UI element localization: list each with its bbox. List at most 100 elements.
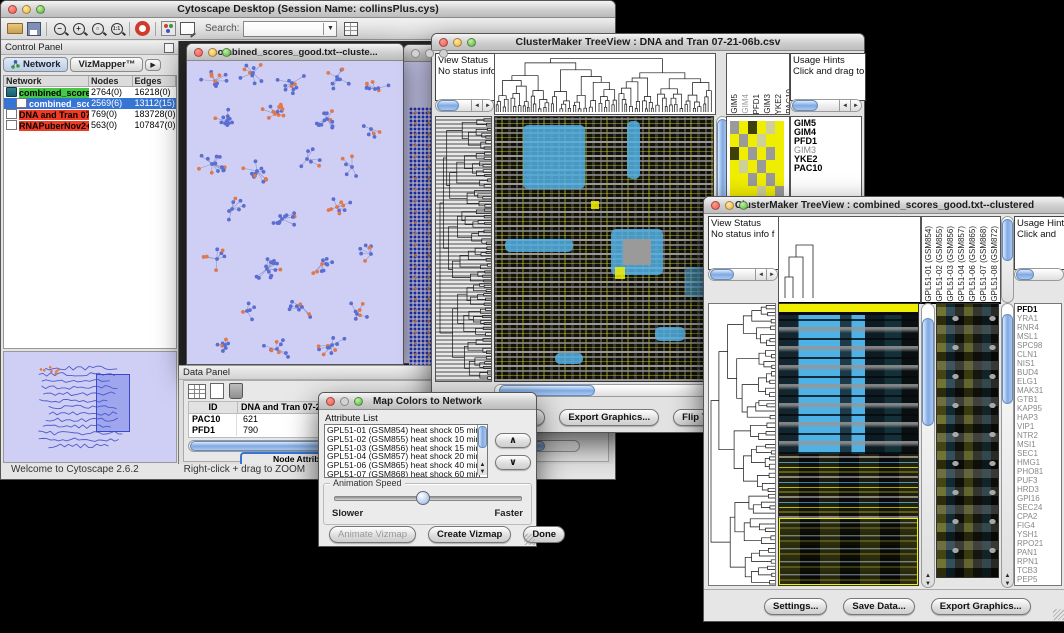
zoom-fit-icon[interactable]: 1:1 [107,20,126,37]
tv2-top-scrollbar[interactable] [1001,216,1014,303]
move-down-button[interactable]: ∨ [495,455,531,470]
close-button[interactable] [711,201,720,210]
gene-label[interactable]: HRD3 [1017,485,1061,494]
save-icon[interactable] [24,20,43,37]
search-combobox[interactable]: ▼ [243,21,337,37]
gene-label[interactable]: TCB3 [1017,566,1061,575]
gene-label[interactable]: GIM3 [794,146,861,155]
treeview2-titlebar[interactable]: ClusterMaker TreeView : combined_scores_… [704,197,1064,214]
close-button[interactable] [439,38,448,47]
vizmapper-icon[interactable] [159,20,178,37]
float-panel-icon[interactable] [164,43,174,53]
gene-label[interactable]: YRA1 [1017,314,1061,323]
scroll-left-icon[interactable]: ◄ [755,269,766,280]
minimize-button[interactable] [22,5,31,14]
overview-viewport-rect[interactable] [96,374,130,432]
scroll-up-icon[interactable]: ▲ [478,462,487,468]
column-label[interactable]: GPL51-07 (GSM868) [978,226,989,302]
more-tabs-button[interactable]: ▶ [145,59,160,71]
annotation-icon[interactable] [178,20,197,37]
network-table-row[interactable]: combined_scores2764(0)16218(0) [4,87,176,98]
treeview1-titlebar[interactable]: ClusterMaker TreeView : DNA and Tran 07-… [432,34,864,51]
settings-button[interactable]: Settings... [764,598,827,615]
dialog-titlebar[interactable]: Map Colors to Network [319,393,536,410]
animate-vizmap-button[interactable]: Animate Vizmap [329,526,416,543]
zoom-button[interactable] [439,49,448,58]
zoom-in-icon[interactable]: + [69,20,88,37]
network-table-row[interactable]: RNAPuberNov2+563(0)107847(0) [4,120,176,131]
gene-label[interactable]: GIM4 [794,128,861,137]
tv2-vertical-scrollbar[interactable]: ▲ ▼ [921,303,935,588]
minimize-button[interactable] [340,397,349,406]
gene-label[interactable]: PFD1 [1017,305,1061,314]
zoom-button[interactable] [354,397,363,406]
zoom-button[interactable] [467,38,476,47]
column-label[interactable]: PFD1 [751,94,762,114]
gene-label[interactable]: MSL1 [1017,332,1061,341]
column-label[interactable]: GPL51-02 (GSM855) [934,226,945,302]
scroll-down-icon[interactable]: ▼ [922,581,934,587]
gene-label[interactable]: GIM5 [794,119,861,128]
tv1-status-scrollbar[interactable]: ◄► [435,99,494,112]
network-table-row[interactable]: combined_sco2569(6)13112(15) [4,98,176,109]
gene-label[interactable]: CPA2 [1017,512,1061,521]
tv2-hints-scrollbar[interactable] [1014,268,1064,281]
col-edges[interactable]: Edges [133,76,177,87]
gene-label[interactable]: HMG1 [1017,458,1061,467]
table-view-icon[interactable] [188,384,206,399]
minimize-button[interactable] [453,38,462,47]
gene-label[interactable]: YKE2 [794,155,861,164]
resize-grip[interactable] [524,534,535,545]
open-file-icon[interactable] [5,20,24,37]
gene-label[interactable]: SEC24 [1017,503,1061,512]
network-window-1[interactable]: combined_scores_good.txt--cluste... [186,43,404,365]
close-button[interactable] [8,5,17,14]
scroll-left-icon[interactable]: ◄ [839,100,850,111]
gene-label[interactable]: VIP1 [1017,422,1061,431]
gene-label[interactable]: RPN1 [1017,557,1061,566]
tv2-row-dendrogram[interactable] [708,303,776,586]
column-label[interactable]: GIM3 [762,94,773,114]
tv2-zoom-scrollbar[interactable]: ▲ ▼ [1001,303,1014,588]
scroll-down-icon[interactable]: ▼ [1002,581,1013,587]
gene-label[interactable]: PUF3 [1017,476,1061,485]
network-overview-panel[interactable] [3,351,177,463]
attribute-listbox[interactable]: GPL51-01 (GSM854) heat shock 05 minGPL51… [324,424,488,478]
gene-label[interactable]: MSI1 [1017,440,1061,449]
zoom-selected-icon[interactable]: ▫ [88,20,107,37]
column-label[interactable]: GPL51-03 (GSM856) [945,226,956,302]
id-column-header[interactable]: ID [189,402,238,413]
gene-label[interactable]: MAK31 [1017,386,1061,395]
scroll-up-icon[interactable]: ▲ [922,573,934,579]
gene-label[interactable]: BUD4 [1017,368,1061,377]
scroll-right-icon[interactable]: ► [482,100,493,111]
scroll-left-icon[interactable]: ◄ [471,100,482,111]
network-window-1-titlebar[interactable]: combined_scores_good.txt--cluste... [187,44,403,61]
column-label[interactable]: GPL51-06 (GSM865) [967,226,978,302]
speed-slider-thumb[interactable] [416,491,430,505]
gene-label[interactable]: SPC98 [1017,341,1061,350]
zoom-out-icon[interactable]: − [50,20,69,37]
scroll-up-icon[interactable]: ▲ [1002,573,1013,579]
tv1-row-dendrogram[interactable] [435,116,492,382]
minimize-button[interactable] [425,49,434,58]
network-view-1[interactable] [187,61,403,364]
scroll-down-icon[interactable]: ▼ [478,469,487,475]
gene-label[interactable]: CLN1 [1017,350,1061,359]
gene-label[interactable]: RPO21 [1017,539,1061,548]
attribute-list-scrollbar[interactable]: ▲ ▼ [477,425,487,475]
tab-vizmapper[interactable]: VizMapper™ [70,57,143,72]
gene-label[interactable]: PFD1 [794,137,861,146]
tv2-heatmap[interactable] [778,303,919,586]
help-lifering-icon[interactable] [133,20,152,37]
close-button[interactable] [326,397,335,406]
tv2-column-area[interactable] [778,216,921,304]
tv1-heatmap[interactable] [494,116,714,382]
create-vizmap-button[interactable]: Create Vizmap [428,526,511,543]
close-button[interactable] [194,48,203,57]
minimize-button[interactable] [725,201,734,210]
tv2-zoom-heatmap[interactable] [936,303,999,578]
export-graphics-button[interactable]: Export Graphics... [559,409,659,426]
tab-network[interactable]: Network [3,57,68,72]
gene-label[interactable]: FIG4 [1017,521,1061,530]
